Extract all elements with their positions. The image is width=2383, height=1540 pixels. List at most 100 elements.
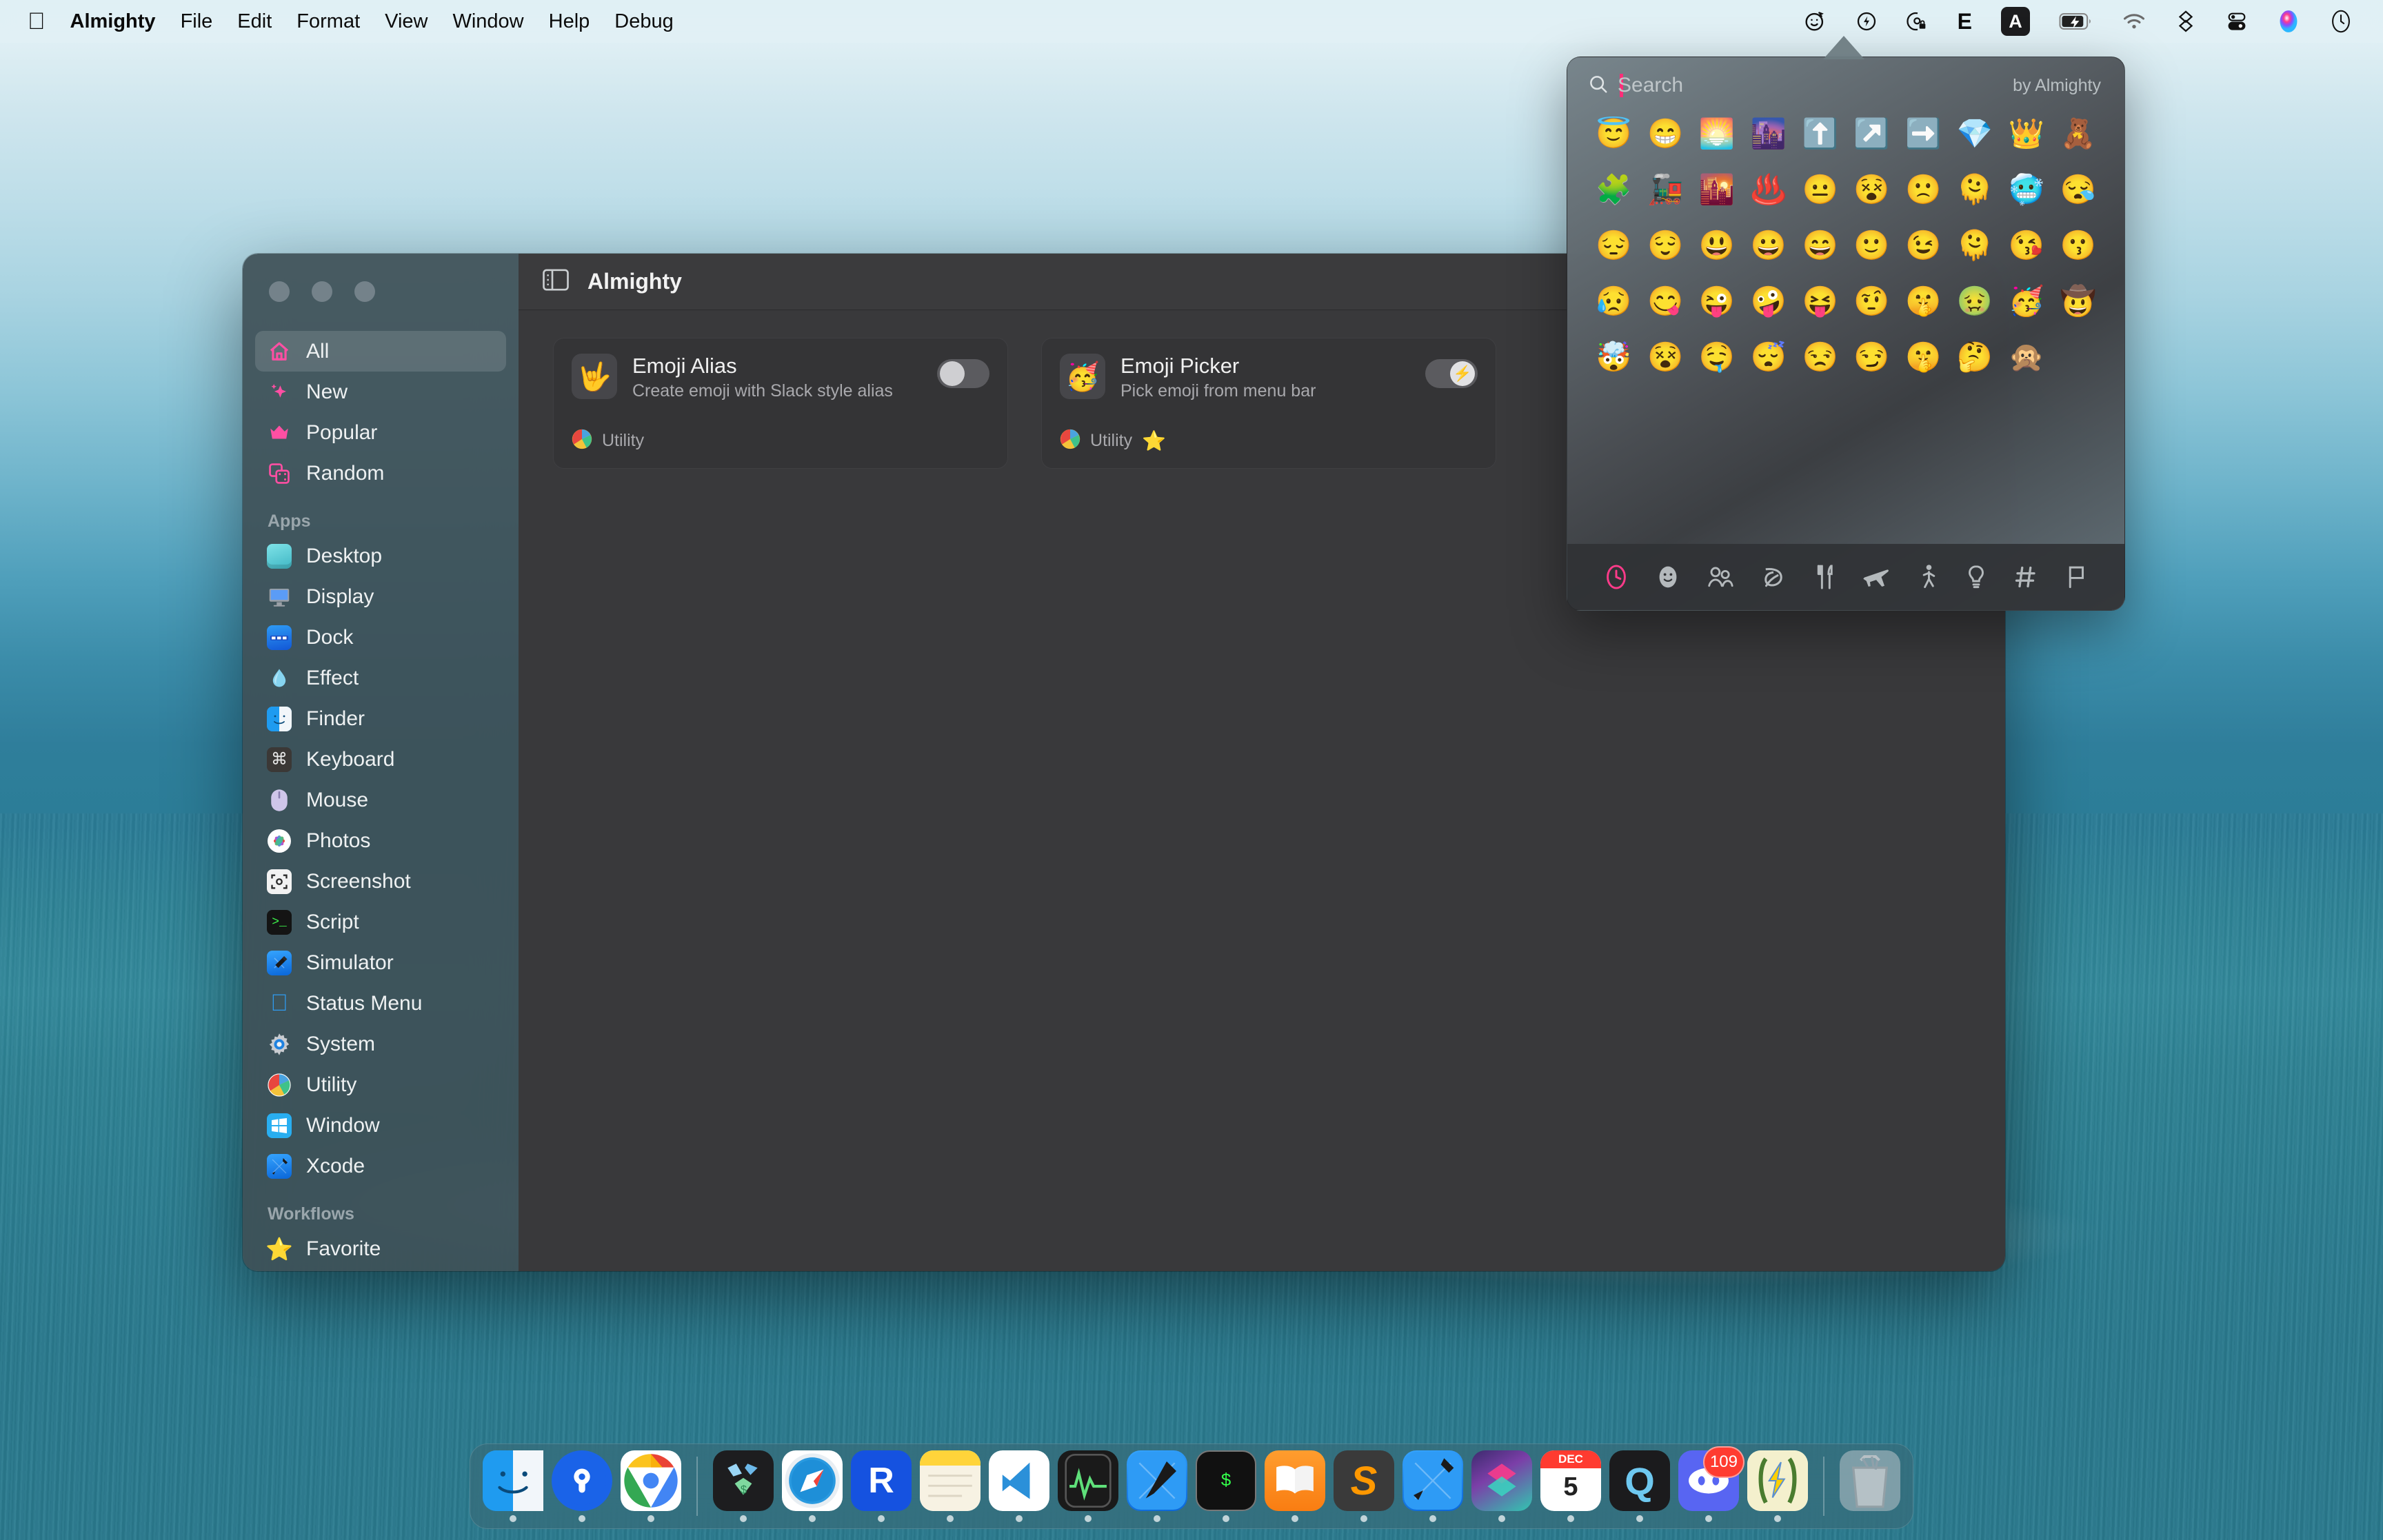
apple-menu-icon[interactable]:  bbox=[28, 10, 46, 33]
dock-item-chrome[interactable] bbox=[621, 1450, 681, 1522]
emoji-cell[interactable]: 🤤 bbox=[1699, 341, 1735, 373]
sidebar-item-utility[interactable]: Utility bbox=[255, 1064, 506, 1105]
emoji-cell[interactable]: 😘 bbox=[2009, 230, 2044, 261]
sidebar-item-popular[interactable]: Popular bbox=[255, 412, 506, 453]
card-emoji-picker[interactable]: 🥳 Emoji Picker Pick emoji from menu bar … bbox=[1041, 338, 1496, 469]
input-source-a-icon[interactable]: A bbox=[2001, 7, 2030, 36]
dock-item-xcode-beta[interactable] bbox=[1127, 1450, 1187, 1522]
dock-item-shortcuts[interactable] bbox=[1471, 1450, 1532, 1522]
sidebar-item-xcode[interactable]: Xcode bbox=[255, 1146, 506, 1186]
sidebar-item-all[interactable]: All bbox=[255, 331, 506, 372]
emoji-cell[interactable]: 🤪 bbox=[1751, 285, 1787, 317]
sidebar-item-mouse[interactable]: Mouse bbox=[255, 780, 506, 820]
flags-icon[interactable] bbox=[2064, 564, 2088, 590]
sidebar-item-photos[interactable]: Photos bbox=[255, 820, 506, 861]
sidebar-item-window[interactable]: Window bbox=[255, 1105, 506, 1146]
sidebar-item-finder[interactable]: Finder bbox=[255, 698, 506, 739]
objects-bulb-icon[interactable] bbox=[1965, 564, 1987, 590]
emoji-cell[interactable]: 😪 bbox=[2060, 174, 2095, 205]
sidebar-item-desktop[interactable]: Desktop bbox=[255, 536, 506, 576]
dock-item-finder[interactable] bbox=[483, 1450, 543, 1522]
enable-toggle[interactable] bbox=[937, 359, 989, 388]
sidebar-item-new[interactable]: New bbox=[255, 372, 506, 412]
emoji-cell[interactable]: 🤯 bbox=[1596, 341, 1631, 373]
emoji-cell[interactable]: 🌅 bbox=[1699, 118, 1735, 150]
sidebar-item-screenshot[interactable]: Screenshot bbox=[255, 861, 506, 902]
emoji-cell[interactable]: 😥 bbox=[1596, 285, 1631, 317]
lock-circle-icon[interactable] bbox=[1907, 10, 1929, 32]
emoji-cell[interactable]: 🌇 bbox=[1699, 174, 1735, 205]
dock-item-sketch[interactable]: $ bbox=[713, 1450, 774, 1522]
menu-item-edit[interactable]: Edit bbox=[237, 10, 272, 33]
emoji-cell[interactable]: 💎 bbox=[1957, 118, 1993, 150]
emoji-cell[interactable]: 😋 bbox=[1647, 285, 1683, 317]
sidebar-item-script[interactable]: >_ Script bbox=[255, 902, 506, 942]
dock-item-calendar[interactable]: DEC 5 bbox=[1540, 1450, 1601, 1522]
favorite-star-icon[interactable]: ⭐ bbox=[1142, 429, 1166, 452]
dock-item-notes[interactable] bbox=[920, 1450, 981, 1522]
symbols-hash-icon[interactable] bbox=[2014, 565, 2038, 589]
dock-item-quicktime[interactable]: Q bbox=[1609, 1450, 1670, 1522]
sidebar-item-random[interactable]: Random bbox=[255, 453, 506, 494]
dock-item-rectangle[interactable]: R bbox=[851, 1450, 912, 1522]
menu-item-format[interactable]: Format bbox=[296, 10, 360, 33]
menu-item-file[interactable]: File bbox=[181, 10, 213, 33]
dock-item-vscode[interactable] bbox=[989, 1450, 1049, 1522]
clock-icon[interactable] bbox=[2329, 9, 2353, 34]
emoji-cell[interactable]: ➡️ bbox=[1905, 118, 1941, 150]
wifi-icon[interactable] bbox=[2122, 12, 2146, 30]
sidebar-item-effect[interactable]: Effect bbox=[255, 658, 506, 698]
sidebar-item-system[interactable]: System bbox=[255, 1024, 506, 1064]
sidebar-item-dock[interactable]: Dock bbox=[255, 617, 506, 658]
nature-leaf-icon[interactable] bbox=[1761, 565, 1786, 589]
emoji-cell[interactable]: 🤨 bbox=[1853, 285, 1889, 317]
sidebar-item-display[interactable]: Display bbox=[255, 576, 506, 617]
travel-plane-icon[interactable] bbox=[1862, 565, 1890, 589]
emoji-cell[interactable]: 🫠 bbox=[1957, 230, 1993, 261]
emoji-cell[interactable]: 😔 bbox=[1596, 230, 1631, 261]
emoji-cell[interactable]: 😇 bbox=[1596, 118, 1631, 150]
emoji-cell[interactable]: 👑 bbox=[2009, 118, 2044, 150]
dock-item-trash[interactable] bbox=[1840, 1450, 1900, 1522]
emoji-cell[interactable]: 🙁 bbox=[1905, 174, 1941, 205]
emoji-cell[interactable]: 🥳 bbox=[2009, 285, 2044, 317]
maximize-button[interactable] bbox=[354, 281, 375, 302]
sidebar-item-simulator[interactable]: Simulator bbox=[255, 942, 506, 983]
menu-item-window[interactable]: Window bbox=[452, 10, 523, 33]
emoji-cell[interactable]: 😗 bbox=[2060, 230, 2095, 261]
dock-item-1password[interactable] bbox=[552, 1450, 612, 1522]
emoji-cell[interactable]: 🚂 bbox=[1647, 174, 1683, 205]
emoji-cell[interactable]: 🧸 bbox=[2060, 118, 2095, 150]
emoji-cell[interactable]: 🙊 bbox=[2009, 341, 2044, 373]
emoji-cell[interactable]: 😒 bbox=[1802, 341, 1838, 373]
emoji-cell[interactable]: 😵 bbox=[1853, 174, 1889, 205]
recent-clock-icon[interactable] bbox=[1604, 564, 1629, 590]
food-icon[interactable] bbox=[1813, 564, 1836, 590]
enable-toggle[interactable]: ⚡ bbox=[1425, 359, 1478, 388]
emoji-cell[interactable]: 🙂 bbox=[1853, 230, 1889, 261]
emoji-cell[interactable]: 😃 bbox=[1699, 230, 1735, 261]
emoji-cell[interactable]: 😐 bbox=[1802, 174, 1838, 205]
battery-charging-icon[interactable] bbox=[2059, 12, 2093, 31]
emoji-cell[interactable]: 😏 bbox=[1853, 341, 1889, 373]
emoji-cell[interactable]: 😜 bbox=[1699, 285, 1735, 317]
emoji-search-row[interactable]: Search by Almighty bbox=[1567, 57, 2124, 114]
dock-item-sublime[interactable]: S bbox=[1334, 1450, 1394, 1522]
dock-item-terminal[interactable]: $ bbox=[1196, 1450, 1256, 1522]
emoji-cell[interactable]: 🤫 bbox=[1905, 285, 1941, 317]
emoji-cell[interactable]: 😝 bbox=[1802, 285, 1838, 317]
emoji-cell[interactable]: 😴 bbox=[1751, 341, 1787, 373]
menu-item-almighty[interactable]: Almighty bbox=[70, 10, 156, 33]
sidebar-item-favorite[interactable]: ⭐ Favorite bbox=[255, 1228, 506, 1269]
control-center-icon[interactable] bbox=[2226, 10, 2248, 32]
emoji-cell[interactable]: 🫠 bbox=[1957, 174, 1993, 205]
emoji-cell[interactable]: 🤔 bbox=[1957, 341, 1993, 373]
emoji-cell[interactable]: 🤢 bbox=[1957, 285, 1993, 317]
emoji-cell[interactable]: 🤠 bbox=[2060, 285, 2095, 317]
emoji-cell[interactable]: 🥶 bbox=[2009, 174, 2044, 205]
siri-icon[interactable] bbox=[2277, 9, 2300, 34]
emoji-smiley-icon[interactable] bbox=[1803, 10, 1827, 33]
emoji-cell[interactable]: 🌆 bbox=[1751, 118, 1787, 150]
card-emoji-alias[interactable]: 🤟 Emoji Alias Create emoji with Slack st… bbox=[553, 338, 1008, 469]
menu-item-help[interactable]: Help bbox=[549, 10, 590, 33]
